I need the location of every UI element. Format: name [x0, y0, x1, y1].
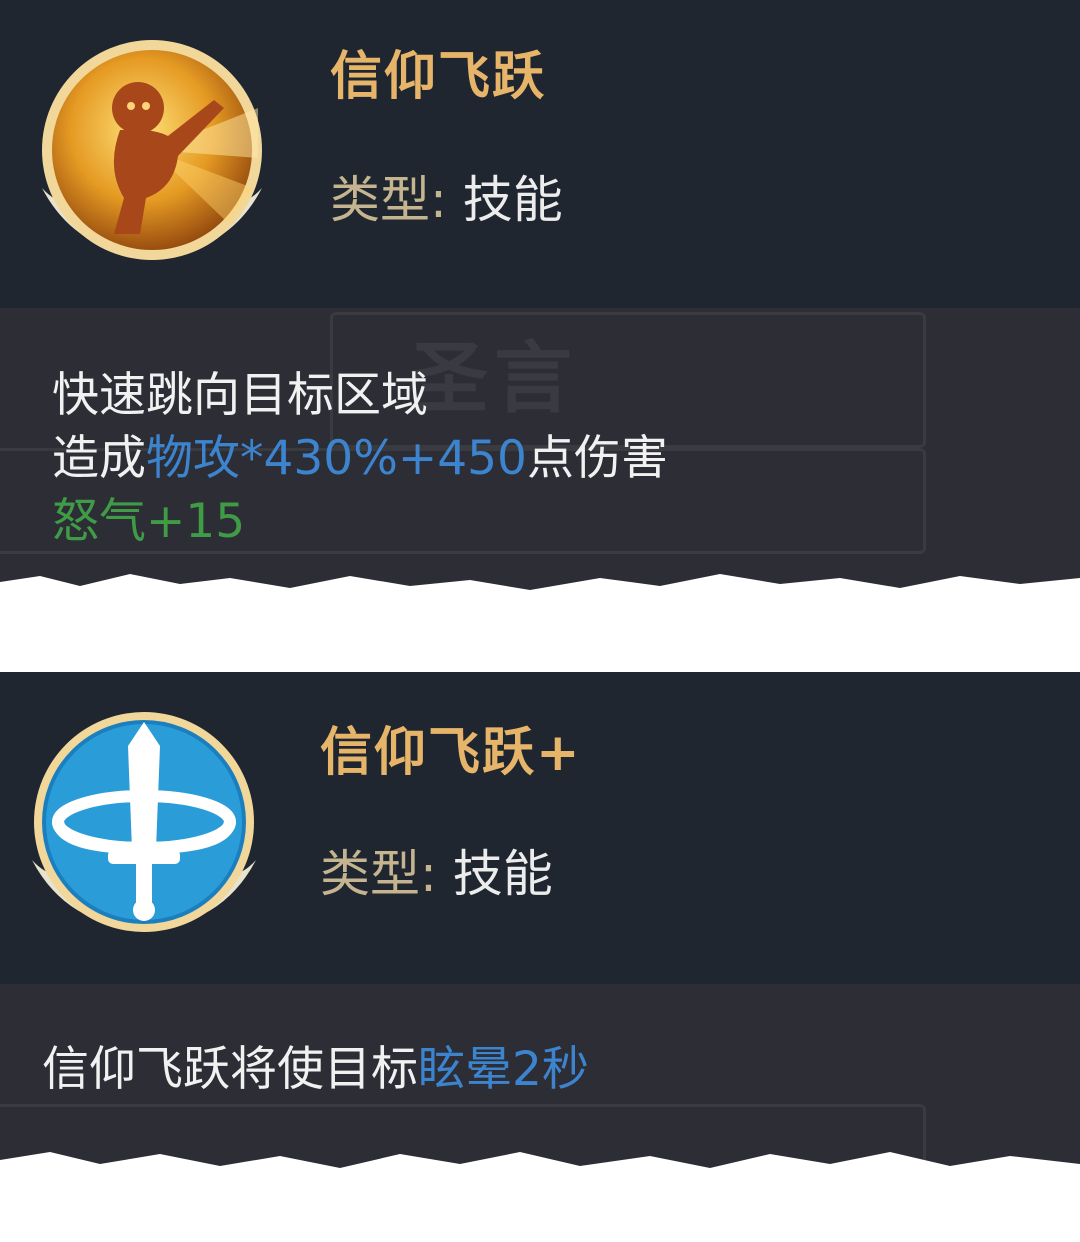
- skill-name: 信仰飞跃: [330, 47, 547, 107]
- type-label: 类型:: [330, 171, 447, 229]
- type-label: 类型:: [320, 845, 437, 903]
- description-text: 信仰飞跃将使目标: [42, 1042, 418, 1097]
- type-value: 技能: [452, 845, 553, 903]
- skill-header: 信仰飞跃 类型: 技能: [0, 0, 1080, 308]
- skill-type: 类型: 技能: [330, 160, 563, 232]
- description-line: 快速跳向目标区域: [52, 368, 428, 423]
- skill-name: 信仰飞跃+: [320, 723, 582, 783]
- damage-prefix: 造成: [52, 431, 146, 486]
- skill-card-1: 信仰飞跃 类型: 技能 圣言 快速跳向目标区域 造成物攻*430%+450点伤害…: [0, 0, 1080, 600]
- skill-type: 类型: 技能: [320, 834, 553, 906]
- type-value: 技能: [462, 171, 563, 229]
- sword-ring-icon: [32, 712, 256, 932]
- skill-description-area: 圣言 快速跳向目标区域 造成物攻*430%+450点伤害 怒气+15: [0, 308, 1080, 600]
- rage-gain: 怒气+15: [52, 494, 246, 549]
- torn-edge: [0, 1152, 1080, 1242]
- torn-edge: [0, 574, 1080, 608]
- skill-description: 信仰飞跃将使目标眩晕2秒: [42, 1038, 589, 1101]
- description-line: 造成物攻*430%+450点伤害: [52, 427, 668, 490]
- skill-header: 信仰飞跃+ 类型: 技能: [0, 672, 1080, 984]
- damage-formula: 物攻*430%+450: [146, 431, 527, 486]
- leaping-hero-icon: [42, 40, 262, 260]
- skill-card-2: 信仰飞跃+ 类型: 技能 信仰飞跃将使目标眩晕2秒: [0, 672, 1080, 1172]
- skill-description: 快速跳向目标区域 造成物攻*430%+450点伤害 怒气+15: [52, 364, 668, 553]
- stun-duration: 眩晕2秒: [418, 1042, 589, 1097]
- damage-suffix: 点伤害: [526, 431, 668, 486]
